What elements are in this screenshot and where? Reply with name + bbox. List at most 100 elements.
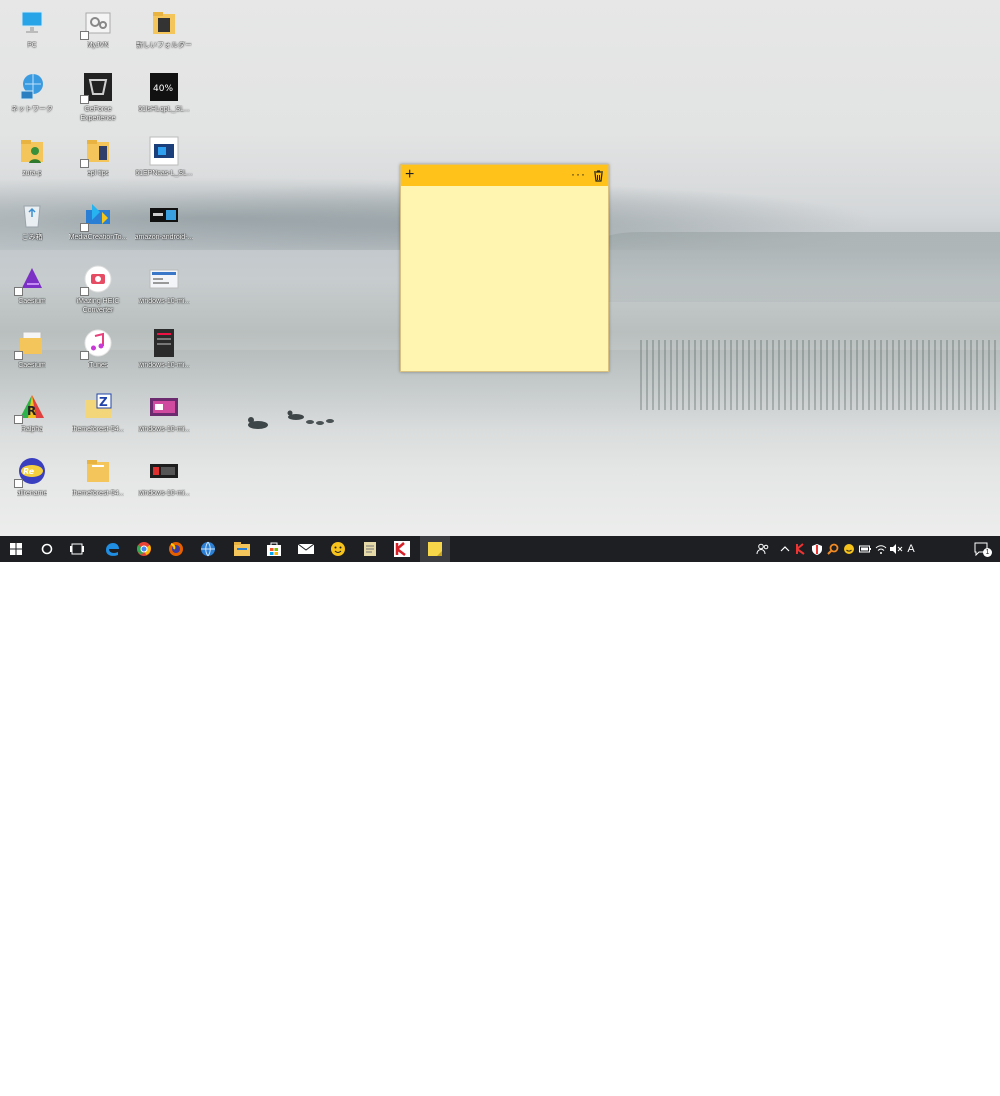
desktop-icon-label: windows-10-mi... (137, 490, 191, 497)
image-file-icon (149, 456, 179, 486)
desktop-icon-label: 61EPNcas-L_SL... (135, 170, 193, 177)
battery-button[interactable] (858, 536, 872, 562)
desktop-icon-pc[interactable]: PC (0, 4, 64, 50)
image-file-icon (149, 264, 179, 294)
edge-icon (106, 543, 119, 556)
svg-text:R: R (27, 404, 36, 418)
start-button[interactable] (4, 536, 28, 562)
desktop-icon-network[interactable]: ネットワーク (0, 68, 64, 114)
task-view-button[interactable] (64, 536, 90, 562)
taskbar-app-chrome[interactable] (130, 536, 158, 562)
desktop-icon-image-1[interactable]: 40% 61lsHLqpL_SL... (132, 68, 196, 114)
desktop-icon-image-5[interactable]: windows-10-mi... (132, 324, 196, 370)
tray-kingsoft[interactable] (794, 536, 808, 562)
myjvn-icon (80, 8, 113, 40)
taskbar-app-store[interactable] (260, 536, 288, 562)
desktop-icon-recycle-bin[interactable]: ごみ箱 (0, 196, 64, 242)
taskbar-app-sticky-notes[interactable] (420, 536, 450, 562)
network-button[interactable] (874, 536, 888, 562)
note-body[interactable] (401, 186, 608, 368)
desktop-icon-label: windows-10-mi... (137, 298, 191, 305)
ralpha-icon: R (14, 392, 47, 424)
taskbar-app-mail[interactable] (292, 536, 320, 562)
desktop-icon-label: windows-10-mi... (137, 426, 191, 433)
folder-icon (234, 542, 250, 556)
mail-icon (298, 543, 314, 554)
emoji-icon (844, 544, 854, 554)
desktop-icon-geforce[interactable]: GeForce Experience (66, 68, 130, 123)
tray-emoji[interactable] (842, 536, 856, 562)
desktop-icon-image-6[interactable]: windows-10-mi... (132, 388, 196, 434)
show-hidden-icons-button[interactable] (778, 536, 792, 562)
clock-time: 13:51 (931, 1075, 953, 1084)
action-center-button[interactable]: 1 (970, 536, 992, 562)
taskbar-app-kingsoft[interactable] (388, 536, 416, 562)
desktop-icon-caesium[interactable]: Caesium (0, 260, 64, 306)
desktop-icon-label: ごみ箱 (21, 234, 43, 241)
image-file-icon (149, 328, 179, 358)
desktop-icon-caesium-folder[interactable]: Caesium (0, 324, 64, 370)
magnifier-icon (827, 543, 839, 555)
desktop-icon-label: GeForce Experience (80, 106, 116, 122)
chevron-up-icon (780, 546, 790, 552)
desktop-icon-image-3[interactable]: amazon-android-... (132, 196, 196, 242)
media-creation-icon (80, 200, 113, 232)
taskbar-app-firefox[interactable] (162, 536, 190, 562)
desktop-icon-epl-tips[interactable]: epl tips (66, 132, 130, 178)
svg-text:Z: Z (99, 395, 108, 409)
desktop-icon-themeforest-zip[interactable]: Z themeforest-54... (66, 388, 130, 434)
desktop-icon-label: zura-p (22, 170, 42, 177)
wallpaper-hill (600, 232, 1000, 302)
itunes-icon (80, 328, 113, 360)
folder-icon (80, 136, 113, 168)
desktop-icon-image-2[interactable]: 61EPNcas-L_SL... (132, 132, 196, 178)
desktop-icon-ralpha[interactable]: R Ralpha (0, 388, 64, 434)
sticky-notes-icon (428, 542, 442, 556)
people-button[interactable] (754, 536, 772, 562)
desktop[interactable]: PC ネットワーク zura-p ごみ箱 Caesium Caesium R R… (0, 0, 1000, 536)
tray-security[interactable] (810, 536, 824, 562)
desktop-icon-allrename[interactable]: Re allrename (0, 452, 64, 498)
taskbar-app-edge[interactable] (98, 536, 126, 562)
desktop-icon-media-creation[interactable]: MediaCreationTo... (66, 196, 130, 242)
taskbar-app-browser[interactable] (194, 536, 222, 562)
desktop-icon-image-4[interactable]: windows-10-mi... (132, 260, 196, 306)
sticky-note-header[interactable]: + ··· (401, 165, 608, 186)
cortana-button[interactable] (34, 536, 60, 562)
desktop-icon-user-folder[interactable]: zura-p (0, 132, 64, 178)
tray-search-utility[interactable] (826, 536, 840, 562)
kingsoft-icon (796, 543, 805, 555)
more-options-button[interactable]: ··· (571, 166, 586, 182)
store-icon (267, 542, 281, 556)
desktop-icon-label: Ralpha (20, 426, 44, 433)
desktop-icon-myjvn[interactable]: MyJVN (66, 4, 130, 50)
desktop-icon-label: Caesium (18, 362, 46, 369)
ime-indicator[interactable]: A (904, 536, 918, 562)
clock[interactable]: 13:51 2017/12/26 (918, 1074, 966, 1096)
taskbar-app-file-explorer[interactable] (228, 536, 256, 562)
people-icon (756, 543, 769, 555)
volume-button[interactable] (888, 536, 904, 562)
trash-icon[interactable] (593, 169, 604, 187)
kingsoft-icon (394, 541, 410, 557)
pc-icon (17, 8, 47, 38)
desktop-icon-label: themeforest-54... (71, 426, 125, 433)
desktop-icon-new-folder[interactable]: 新しいフォルダー (132, 4, 196, 50)
globe-icon (201, 541, 215, 557)
desktop-icon-itunes[interactable]: iTunes (66, 324, 130, 370)
desktop-icon-label: 新しいフォルダー (136, 42, 192, 49)
desktop-icon-imazing[interactable]: iMazing HEIC Converter (66, 260, 130, 315)
svg-text:40%: 40% (153, 84, 173, 94)
taskbar-app-notepad[interactable] (356, 536, 384, 562)
image-file-icon (149, 200, 179, 230)
add-note-button[interactable]: + (405, 166, 414, 184)
desktop-icon-image-7[interactable]: windows-10-mi... (132, 452, 196, 498)
network-icon (17, 72, 47, 102)
desktop-icon-label: MyJVN (86, 42, 110, 49)
taskbar-app-emoji[interactable] (324, 536, 352, 562)
svg-text:Re: Re (23, 467, 35, 476)
zip-folder-icon: Z (83, 392, 113, 422)
desktop-icon-label: epl tips (86, 170, 110, 177)
desktop-icon-themeforest-folder[interactable]: themeforest-54... (66, 452, 130, 498)
sticky-note[interactable]: + ··· (400, 164, 609, 372)
